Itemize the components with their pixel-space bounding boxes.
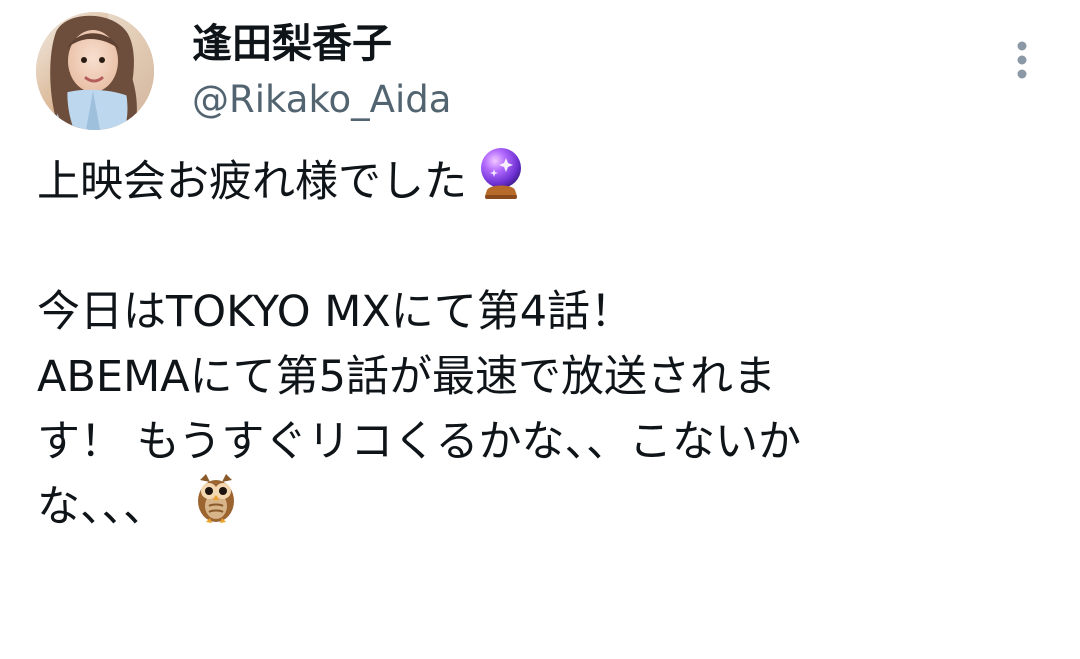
- user-names: 逢田梨香子 @Rikako_Aida: [192, 18, 451, 126]
- display-name[interactable]: 逢田梨香子: [192, 18, 451, 70]
- tweet-line-1-text: 上映会お疲れ様でした: [37, 157, 467, 207]
- tweet-header: 逢田梨香子 @Rikako_Aida: [36, 12, 1046, 138]
- tweet-line-1: 上映会お疲れ様でした: [37, 148, 1017, 215]
- owl-icon: [192, 470, 240, 545]
- avatar-image: [36, 12, 154, 130]
- tweet-line-4: す！ もうすぐリコくるかな、、こないか: [37, 417, 802, 467]
- avatar[interactable]: [36, 12, 154, 130]
- tweet-card: 逢田梨香子 @Rikako_Aida 上映会お疲れ様でした 今日はTOKYO M…: [0, 0, 1080, 659]
- user-handle[interactable]: @Rikako_Aida: [192, 74, 451, 126]
- tweet-line-2: 今日はTOKYO MXにて第4話！: [37, 287, 634, 337]
- tweet-line-5-text: な、、、: [37, 482, 166, 532]
- tweet-line-3: ABEMAにて第5話が最速で放送されま: [37, 352, 776, 402]
- tweet-text: 上映会お疲れ様でした 今日はTOKYO MXにて第4話！ ABEMAにて第5話が…: [37, 148, 1017, 540]
- crystal-ball-icon: [475, 145, 527, 220]
- tweet-line-5: な、、、: [37, 474, 1017, 540]
- more-vertical-icon: [1017, 41, 1027, 79]
- more-options-button[interactable]: [1004, 36, 1040, 84]
